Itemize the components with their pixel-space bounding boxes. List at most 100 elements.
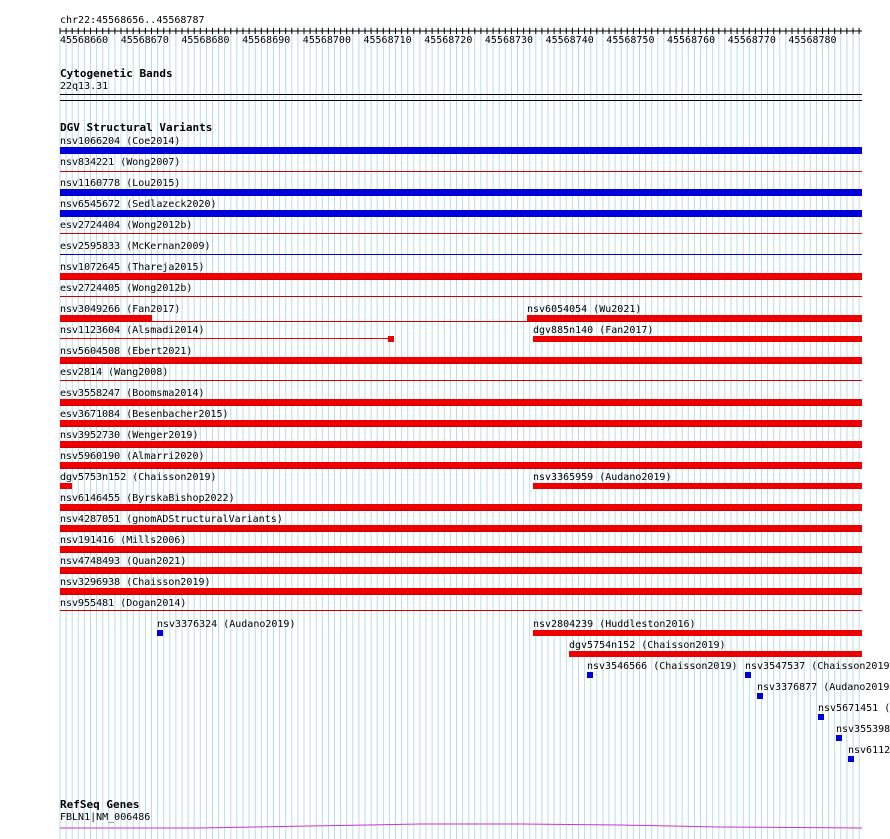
dgv-row-separator bbox=[60, 510, 862, 511]
dgv-variant-bar[interactable] bbox=[60, 483, 72, 489]
dgv-variant-bar[interactable] bbox=[60, 420, 862, 426]
dgv-variant-label[interactable]: esv2724404 (Wong2012b) bbox=[60, 220, 192, 231]
dgv-variant-label[interactable]: nsv834221 (Wong2007) bbox=[60, 157, 180, 168]
dgv-variant-bar[interactable] bbox=[60, 315, 152, 321]
ruler-tick-label: 45568740 bbox=[545, 35, 594, 46]
dgv-row-separator bbox=[60, 233, 862, 234]
dgv-variant-bar[interactable] bbox=[60, 462, 862, 468]
dgv-row-separator bbox=[60, 321, 862, 322]
dgv-variant-label[interactable]: esv2724405 (Wong2012b) bbox=[60, 283, 192, 294]
ruler-tick-label: 45568670 bbox=[120, 35, 169, 46]
dgv-row-separator bbox=[60, 153, 862, 154]
dgv-variant-label[interactable]: esv2814 (Wang2008) bbox=[60, 367, 168, 378]
ruler-tick-label: 45568680 bbox=[181, 35, 230, 46]
dgv-variant-label[interactable]: nsv3365959 (Audano2019) bbox=[533, 472, 671, 483]
dgv-variant-bar[interactable] bbox=[60, 588, 862, 594]
dgv-variant-label[interactable]: nsv3546566 (Chaisson2019) bbox=[587, 661, 738, 672]
ruler-tick-label: 45568700 bbox=[302, 35, 351, 46]
ruler-tick-label: 45568750 bbox=[606, 35, 655, 46]
dgv-variant-bar[interactable] bbox=[60, 189, 862, 195]
dgv-variant-bar[interactable] bbox=[60, 504, 862, 510]
dgv-variant-bar[interactable] bbox=[60, 210, 862, 216]
dgv-variant-label[interactable]: nsv1066204 (Coe2014) bbox=[60, 136, 180, 147]
dgv-variant-label[interactable]: dgv5754n152 (Chaisson2019) bbox=[569, 640, 726, 651]
dgv-variant-bar[interactable] bbox=[60, 357, 862, 363]
dgv-variant-label[interactable]: nsv3952730 (Wenger2019) bbox=[60, 430, 198, 441]
dgv-variant-label[interactable]: esv2595833 (McKernan2009) bbox=[60, 241, 211, 252]
dgv-variant-label[interactable]: nsv5671451 ( bbox=[818, 703, 890, 714]
dgv-row-separator bbox=[60, 363, 862, 364]
dgv-variant-label[interactable]: esv3671084 (Besenbacher2015) bbox=[60, 409, 229, 420]
dgv-variant-label[interactable]: nsv3376877 (Audano2019 bbox=[757, 682, 889, 693]
dgv-variant-label[interactable]: dgv5753n152 (Chaisson2019) bbox=[60, 472, 217, 483]
dgv-variant-bar[interactable] bbox=[60, 273, 862, 279]
gene-intron-line bbox=[60, 823, 863, 829]
track-divider bbox=[60, 100, 862, 101]
refseq-gene-line[interactable] bbox=[0, 819, 890, 839]
ruler-tick-label: 45568720 bbox=[424, 35, 473, 46]
ruler-tick-label: 45568780 bbox=[788, 35, 837, 46]
dgv-variant-label[interactable]: nsv1123604 (Alsmadi2014) bbox=[60, 325, 205, 336]
dgv-variant-bar[interactable] bbox=[745, 672, 751, 678]
dgv-variant-bar[interactable] bbox=[533, 630, 862, 636]
dgv-variant-label[interactable]: nsv3547537 (Chaisson2019 bbox=[745, 661, 890, 672]
dgv-variant-bar[interactable] bbox=[60, 399, 862, 405]
dgv-variant-bar[interactable] bbox=[587, 672, 593, 678]
dgv-variant-label[interactable]: nsv1160778 (Lou2015) bbox=[60, 178, 180, 189]
dgv-row-separator bbox=[60, 296, 862, 297]
dgv-variant-bar[interactable] bbox=[60, 546, 862, 552]
dgv-variant-label[interactable]: nsv6146455 (ByrskaBishop2022) bbox=[60, 493, 235, 504]
dgv-variant-bar[interactable] bbox=[60, 567, 862, 573]
dgv-variant-label[interactable]: nsv6054054 (Wu2021) bbox=[527, 304, 641, 315]
dgv-variant-bar[interactable] bbox=[388, 336, 394, 342]
dgv-variant-label[interactable]: nsv6545672 (Sedlazeck2020) bbox=[60, 199, 217, 210]
dgv-row-separator bbox=[60, 380, 862, 381]
dgv-variant-bar[interactable] bbox=[533, 336, 862, 342]
dgv-variant-label[interactable]: nsv6112 bbox=[848, 745, 890, 756]
dgv-variant-label[interactable]: nsv5960190 (Almarri2020) bbox=[60, 451, 205, 462]
dgv-variant-bar[interactable] bbox=[848, 756, 854, 762]
dgv-row-separator bbox=[60, 171, 862, 172]
genome-browser-view: chr22:45568656..45568787 45568660 4556867… bbox=[0, 0, 890, 839]
dgv-variant-label[interactable]: nsv3049266 (Fan2017) bbox=[60, 304, 180, 315]
dgv-row-separator bbox=[60, 468, 862, 469]
dgv-variant-connector bbox=[60, 338, 390, 339]
dgv-variant-label[interactable]: nsv355398 bbox=[836, 724, 890, 735]
ruler-location: chr22:45568656..45568787 bbox=[60, 15, 205, 26]
dgv-variant-bar[interactable] bbox=[569, 651, 862, 657]
dgv-track-title[interactable]: DGV Structural Variants bbox=[60, 122, 212, 134]
dgv-variant-label[interactable]: nsv2804239 (Huddleston2016) bbox=[533, 619, 696, 630]
dgv-row-separator bbox=[60, 552, 862, 553]
dgv-variant-bar[interactable] bbox=[533, 483, 862, 489]
dgv-variant-label[interactable]: nsv4748493 (Quan2021) bbox=[60, 556, 186, 567]
dgv-variant-label[interactable]: nsv3296938 (Chaisson2019) bbox=[60, 577, 211, 588]
dgv-variant-label[interactable]: nsv3376324 (Audano2019) bbox=[157, 619, 295, 630]
dgv-variant-bar[interactable] bbox=[757, 693, 763, 699]
dgv-row-separator bbox=[60, 573, 862, 574]
dgv-variant-label[interactable]: nsv955481 (Dogan2014) bbox=[60, 598, 186, 609]
ruler-tick-label: 45568710 bbox=[363, 35, 412, 46]
ruler-tick-label: 45568760 bbox=[667, 35, 716, 46]
ruler-tick-label: 45568730 bbox=[484, 35, 534, 46]
dgv-variant-label[interactable]: dgv885n140 (Fan2017) bbox=[533, 325, 653, 336]
dgv-variant-label[interactable]: nsv4287051 (gnomADStructuralVariants) bbox=[60, 514, 283, 525]
ruler-tick-label: 45568690 bbox=[242, 35, 291, 46]
dgv-variant-bar[interactable] bbox=[60, 441, 862, 447]
dgv-variant-label[interactable]: nsv191416 (Mills2006) bbox=[60, 535, 186, 546]
cytoband-track-title[interactable]: Cytogenetic Bands bbox=[60, 68, 173, 80]
cytoband-label: 22q13.31 bbox=[60, 81, 109, 92]
dgv-variant-label[interactable]: esv3558247 (Boomsma2014) bbox=[60, 388, 205, 399]
dgv-variant-bar[interactable] bbox=[60, 525, 862, 531]
dgv-variant-label[interactable]: nsv5604508 (Ebert2021) bbox=[60, 346, 192, 357]
dgv-variant-bar[interactable] bbox=[60, 147, 862, 153]
dgv-variant-bar[interactable] bbox=[527, 315, 862, 321]
dgv-row-separator bbox=[60, 610, 862, 611]
dgv-variant-bar[interactable] bbox=[818, 714, 824, 720]
dgv-variant-bar[interactable] bbox=[836, 735, 842, 741]
dgv-row-separator bbox=[60, 254, 862, 255]
dgv-variant-bar[interactable] bbox=[157, 630, 163, 636]
ruler-tick-label: 45568660 bbox=[60, 35, 109, 46]
refseq-track-title[interactable]: RefSeq Genes bbox=[60, 799, 139, 811]
dgv-row-separator bbox=[60, 594, 862, 595]
dgv-variant-label[interactable]: nsv1072645 (Thareja2015) bbox=[60, 262, 205, 273]
